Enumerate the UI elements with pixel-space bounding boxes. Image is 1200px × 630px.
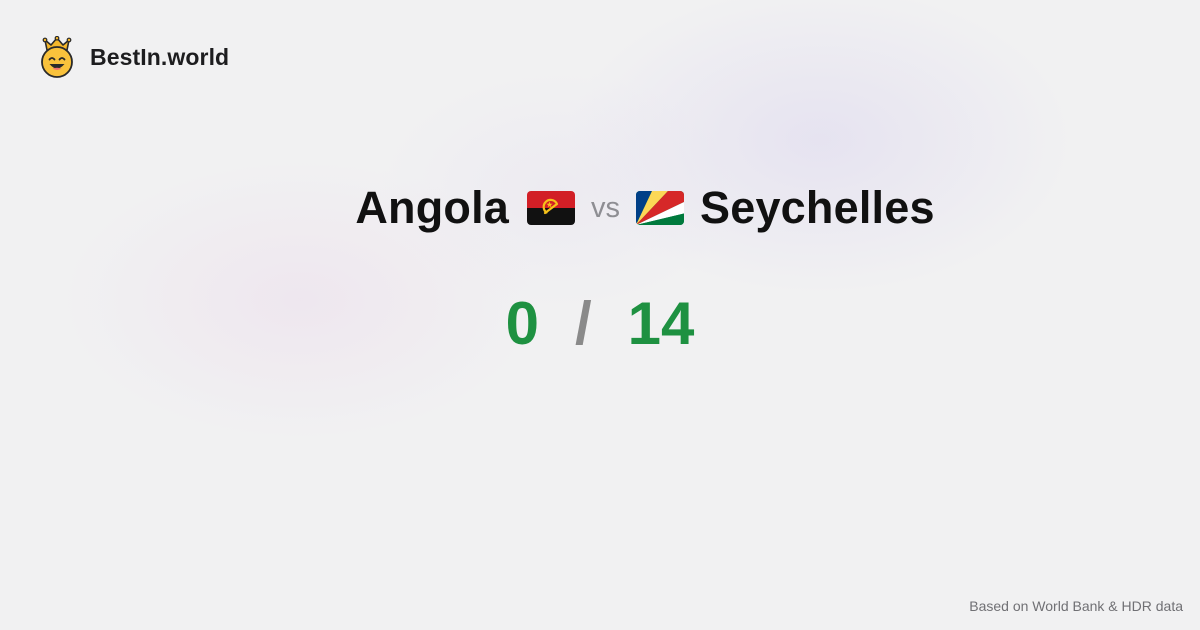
score-row: 0 / 14 — [0, 289, 1200, 357]
crowned-smiley-icon — [41, 36, 73, 78]
score-left: 0 — [505, 289, 539, 357]
seychelles-flag-icon — [636, 191, 685, 225]
vs-label: vs — [591, 191, 621, 224]
brand-name: BestIn.world — [90, 43, 230, 70]
brand[interactable]: BestIn.world — [38, 36, 229, 78]
score-separator: / — [574, 289, 592, 357]
data-source-note: Based on World Bank & HDR data — [969, 598, 1183, 614]
score-right: 14 — [627, 289, 695, 357]
angola-flag-icon — [527, 191, 576, 225]
comparison-title: Angola vs Seychelles — [0, 178, 1200, 238]
country-left-name: Angola — [355, 182, 510, 233]
country-right-name: Seychelles — [700, 182, 935, 233]
